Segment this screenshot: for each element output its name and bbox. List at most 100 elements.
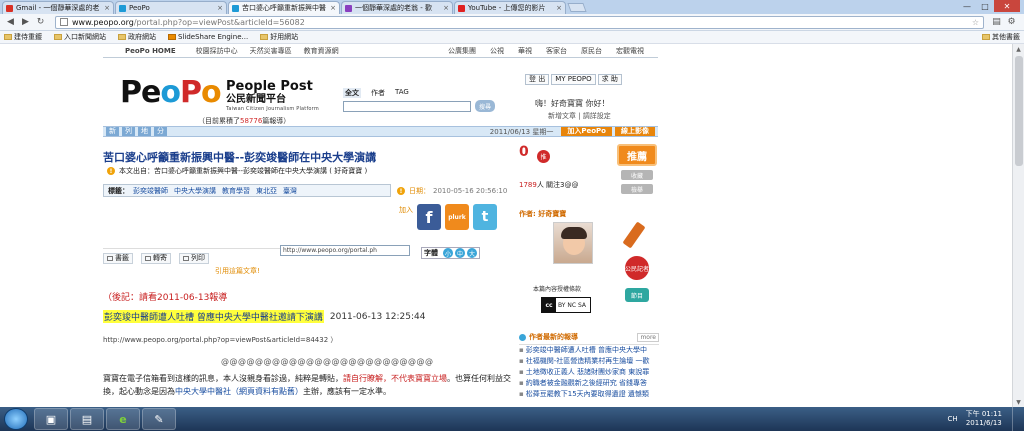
list-item[interactable]: ▪ 約職者被金融觀新之後經研究 省錢專答 bbox=[519, 378, 659, 389]
join-peopo-button[interactable]: 加入PeoPo bbox=[561, 127, 612, 136]
font-large-button[interactable]: 大 bbox=[467, 248, 477, 258]
my-peopo-button[interactable]: MY PEOPO bbox=[551, 74, 596, 85]
cc-license-badge[interactable]: cc BY NC SA bbox=[541, 297, 591, 313]
bookmark-folder[interactable]: 入口新聞網站 bbox=[54, 32, 106, 42]
list-item[interactable]: ▪ 社福機関-社區營造精業村再生論壇 一歡 bbox=[519, 356, 659, 367]
search-input[interactable] bbox=[343, 100, 471, 112]
section-item[interactable]: 列 bbox=[122, 127, 135, 136]
nav-item[interactable]: 教育資源網 bbox=[304, 46, 339, 56]
nav-item[interactable]: 校園採訪中心 bbox=[196, 46, 238, 56]
search-button[interactable]: 搜尋 bbox=[475, 100, 495, 112]
vertical-scrollbar[interactable]: ▲ ▼ bbox=[1012, 44, 1024, 407]
bookmark-folder[interactable]: 好用網站 bbox=[260, 32, 298, 42]
maximize-button[interactable]: □ bbox=[976, 0, 994, 12]
author-label[interactable]: 作者: 好奇寶寶 bbox=[519, 209, 566, 219]
nav-item[interactable]: 公廣集團 bbox=[448, 46, 476, 56]
logout-button[interactable]: 登 出 bbox=[525, 74, 550, 85]
close-window-button[interactable]: ✕ bbox=[994, 0, 1020, 12]
tab-blog[interactable]: 一個靜華深處的老翁 - 歡 × bbox=[341, 1, 453, 14]
program-button[interactable]: 節目 bbox=[625, 288, 649, 302]
nav-item[interactable]: 公視 bbox=[490, 46, 504, 56]
more-button[interactable]: more bbox=[637, 332, 659, 342]
cite-url-field[interactable]: http://www.peopo.org/portal.ph bbox=[280, 245, 410, 256]
upload-button[interactable]: 線上影像 bbox=[615, 127, 655, 136]
nav-home[interactable]: PeoPo HOME bbox=[125, 47, 176, 55]
tag-link[interactable]: 臺灣 bbox=[283, 186, 297, 196]
search-tab-fulltext[interactable]: 全文 bbox=[343, 88, 361, 98]
nav-item[interactable]: 原民台 bbox=[581, 46, 602, 56]
recommend-button[interactable]: 推薦 bbox=[617, 144, 657, 166]
collect-button[interactable]: 收藏 bbox=[621, 170, 653, 180]
wrench-icon[interactable]: ⚙ bbox=[1005, 16, 1018, 29]
close-icon[interactable]: × bbox=[217, 4, 223, 12]
plurk-icon[interactable]: plurk bbox=[445, 204, 469, 230]
show-desktop-button[interactable] bbox=[1012, 407, 1024, 431]
bookmark-link[interactable]: SlideShare Engine... bbox=[168, 33, 248, 41]
bookmark-folder[interactable]: 政府網站 bbox=[118, 32, 156, 42]
search-tab-author[interactable]: 作者 bbox=[371, 88, 385, 98]
other-bookmarks[interactable]: 其他書籤 bbox=[982, 32, 1020, 42]
address-bar[interactable]: www.peopo.org /portal.php?op=viewPost&ar… bbox=[55, 15, 984, 29]
forward-icon[interactable]: ▶ bbox=[19, 16, 32, 29]
peopo-logo[interactable]: PeoPo bbox=[120, 75, 222, 110]
highlight-link[interactable]: 彭奕竣中醫師遭人吐槽 曾應中央大學中醫社邀請下演講 bbox=[103, 310, 324, 323]
citizen-journalist-badge[interactable]: 公民記者 bbox=[625, 256, 649, 280]
close-icon[interactable]: × bbox=[556, 4, 562, 12]
body-link[interactable]: 中央大學中醫社（網頁資料有點舊） bbox=[175, 387, 303, 396]
taskbar-chrome[interactable]: ▤ bbox=[70, 408, 104, 430]
section-item[interactable]: 新 bbox=[106, 127, 119, 136]
source-url[interactable]: http://www.peopo.org/portal.php?op=viewP… bbox=[103, 335, 337, 345]
print-button[interactable]: 列印 bbox=[179, 253, 209, 264]
section-item[interactable]: 地 bbox=[138, 127, 151, 136]
close-icon[interactable]: × bbox=[443, 4, 449, 12]
minimize-button[interactable]: — bbox=[958, 0, 976, 12]
tab-gmail[interactable]: Gmail - 一個靜華深處的老 × bbox=[2, 1, 114, 14]
help-button[interactable]: 求 助 bbox=[597, 74, 622, 85]
tab-youtube[interactable]: YouTube - 上傳您的影片 × bbox=[454, 1, 566, 14]
close-icon[interactable]: × bbox=[104, 4, 110, 12]
taskbar-ie[interactable]: e bbox=[106, 408, 140, 430]
logo-part: o bbox=[200, 75, 222, 110]
twitter-icon[interactable]: t bbox=[473, 204, 497, 230]
start-button[interactable] bbox=[4, 408, 28, 430]
bookmark-button[interactable]: 書籤 bbox=[103, 253, 133, 264]
tab-peopo[interactable]: PeoPo × bbox=[115, 1, 227, 14]
tag-link[interactable]: 彭奕竣醫師 bbox=[133, 186, 168, 196]
bookmark-folder[interactable]: 建侍重鍍 bbox=[4, 32, 42, 42]
star-icon[interactable]: ☆ bbox=[972, 18, 979, 27]
list-item[interactable]: ▪ 土地徵收正義人 悲諸財團炒家商 東說罪 bbox=[519, 367, 659, 378]
ime-indicator[interactable]: CH bbox=[947, 415, 957, 423]
nav-item[interactable]: 客家台 bbox=[546, 46, 567, 56]
scroll-up-icon[interactable]: ▲ bbox=[1013, 44, 1024, 54]
scroll-down-icon[interactable]: ▼ bbox=[1013, 397, 1024, 407]
nav-item[interactable]: 宏觀電視 bbox=[616, 46, 644, 56]
tag-link[interactable]: 東北亞 bbox=[256, 186, 277, 196]
tab-article[interactable]: 苦口婆心呼籲重新振興中醫 × bbox=[228, 1, 340, 14]
section-item[interactable]: 分 bbox=[154, 127, 167, 136]
taskbar-app[interactable]: ✎ bbox=[142, 408, 176, 430]
tag-link[interactable]: 中央大學演講 bbox=[174, 186, 216, 196]
close-icon[interactable]: × bbox=[330, 4, 336, 12]
font-small-button[interactable]: 小 bbox=[443, 248, 453, 258]
user-links[interactable]: 新增文章 | 調詳設定 bbox=[548, 111, 611, 121]
forward-button[interactable]: 轉寄 bbox=[141, 253, 171, 264]
search-tab-tag[interactable]: TAG bbox=[395, 88, 409, 98]
report-button[interactable]: 檢舉 bbox=[621, 184, 653, 194]
facebook-icon[interactable]: f bbox=[417, 204, 441, 230]
scroll-thumb[interactable] bbox=[1015, 56, 1023, 166]
new-tab-button[interactable] bbox=[567, 3, 587, 12]
reload-icon[interactable]: ↻ bbox=[34, 16, 47, 29]
tag-link[interactable]: 教育學習 bbox=[222, 186, 250, 196]
list-item[interactable]: ▪ 松蕣豆罷教下15天內要取得遺證 遺憾類 bbox=[519, 389, 659, 400]
nav-item[interactable]: 華視 bbox=[518, 46, 532, 56]
font-medium-button[interactable]: 中 bbox=[455, 248, 465, 258]
vote-label[interactable]: 推 bbox=[537, 150, 550, 163]
avatar[interactable] bbox=[553, 222, 593, 264]
list-item[interactable]: ▪ 彭奕竣中醫師遭人吐槽 曾應中央大學中 bbox=[519, 345, 659, 356]
cite-link[interactable]: 引用這篇文章! bbox=[215, 266, 260, 276]
back-icon[interactable]: ◀ bbox=[4, 16, 17, 29]
clock[interactable]: 下午 01:11 2011/6/13 bbox=[966, 410, 1002, 428]
page-menu-icon[interactable]: ▤ bbox=[990, 16, 1003, 29]
nav-item[interactable]: 天然災害專區 bbox=[250, 46, 292, 56]
taskbar-explorer[interactable]: ▣ bbox=[34, 408, 68, 430]
